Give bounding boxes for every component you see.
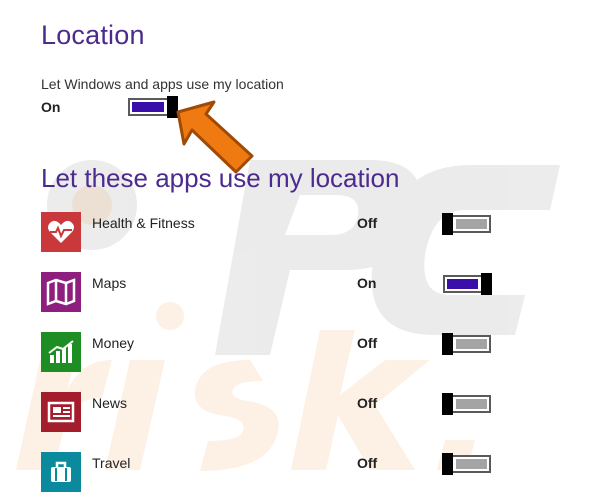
list-item-travel: Travel Off <box>41 452 561 496</box>
map-icon <box>46 278 76 306</box>
heart-pulse-icon <box>48 220 74 243</box>
toggle-thumb[interactable] <box>442 333 453 355</box>
app-state-label: Off <box>357 395 378 411</box>
toggle-fill <box>447 279 478 289</box>
toggle-thumb[interactable] <box>442 393 453 415</box>
app-tile-health-fitness <box>41 212 81 252</box>
toggle-thumb[interactable] <box>481 273 492 295</box>
location-title: Location <box>41 20 145 50</box>
app-tile-money <box>41 332 81 372</box>
newspaper-icon <box>47 401 75 423</box>
location-state-label: On <box>41 99 61 115</box>
app-name: Money <box>92 335 135 351</box>
apps-section-title: Let these apps use my location <box>41 163 400 193</box>
list-item-news: News Off <box>41 392 561 436</box>
toggle-fill <box>456 459 487 469</box>
app-name: Maps <box>92 275 127 291</box>
app-location-toggle[interactable] <box>442 393 491 415</box>
app-state-label: Off <box>357 335 378 351</box>
app-name: News <box>92 395 128 411</box>
app-state-label: On <box>357 275 377 291</box>
toggle-fill <box>456 219 487 229</box>
toggle-fill <box>456 399 487 409</box>
app-tile-travel <box>41 452 81 492</box>
chart-icon <box>48 340 74 363</box>
location-description: Let Windows and apps use my location <box>41 76 284 92</box>
app-location-toggle[interactable] <box>442 333 491 355</box>
toggle-fill <box>132 102 164 112</box>
list-item-money: Money Off <box>41 332 561 376</box>
app-location-toggle[interactable] <box>442 453 491 475</box>
toggle-thumb[interactable] <box>442 213 453 235</box>
app-state-label: Off <box>357 215 378 231</box>
list-item-maps: Maps On <box>41 272 561 316</box>
suitcase-icon <box>51 461 71 482</box>
toggle-thumb[interactable] <box>442 453 453 475</box>
list-item-health-fitness: Health & Fitness Off <box>41 212 561 256</box>
app-name: Travel <box>92 455 131 471</box>
app-state-label: Off <box>357 455 378 471</box>
app-tile-news <box>41 392 81 432</box>
app-location-toggle[interactable] <box>442 213 491 235</box>
app-location-toggle[interactable] <box>443 273 492 295</box>
app-name: Health & Fitness <box>92 215 195 231</box>
app-tile-maps <box>41 272 81 312</box>
toggle-fill <box>456 339 487 349</box>
